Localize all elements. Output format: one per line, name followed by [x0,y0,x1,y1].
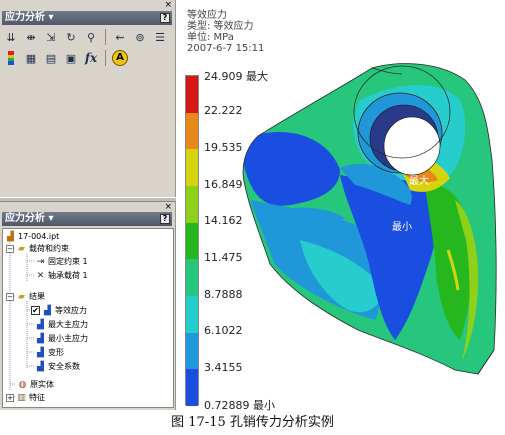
figure-caption: 图 17-15 孔销传力分析实例 [171,415,334,430]
part-contour [243,63,497,375]
stress-model-view[interactable] [0,0,505,410]
min-stress-marker: 最小 [392,222,412,233]
max-stress-marker: 最大 [409,176,429,187]
